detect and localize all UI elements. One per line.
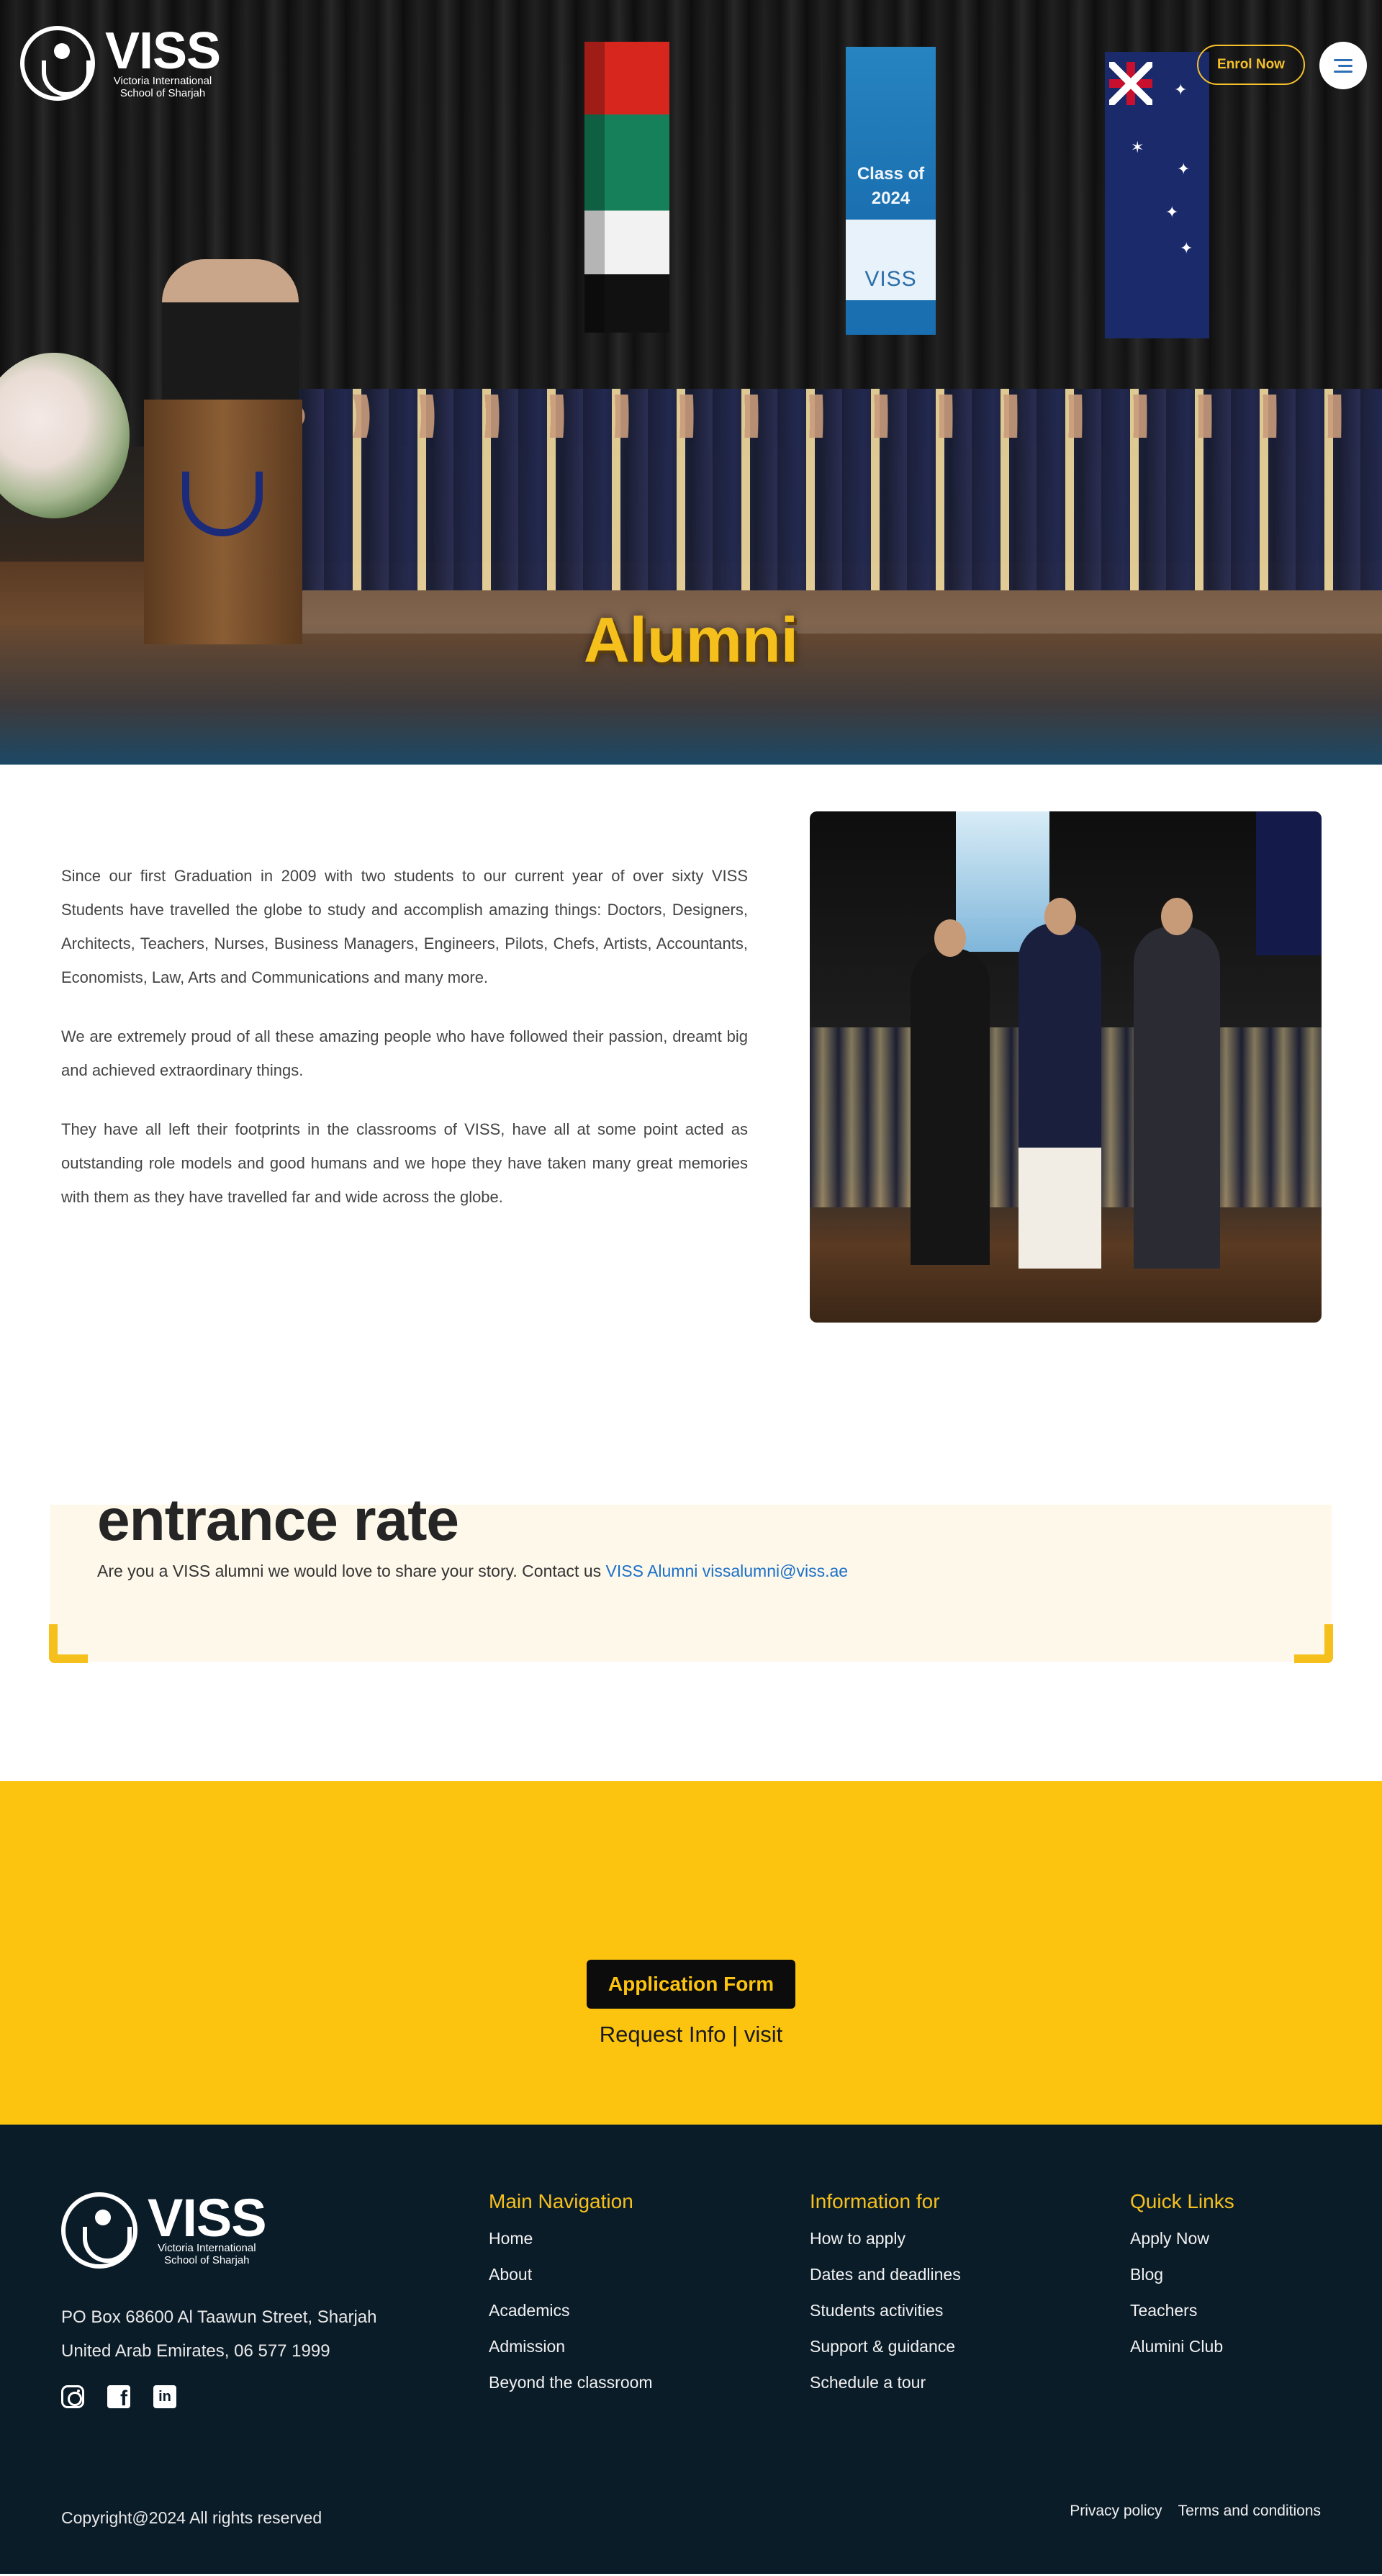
banner-line-2: 2024 [871, 189, 911, 208]
visit-link[interactable]: visit [744, 2022, 782, 2047]
footer-link-blog[interactable]: Blog [1130, 2256, 1234, 2292]
menu-toggle-button[interactable] [1319, 42, 1367, 89]
footer-link-students-activities[interactable]: Students activities [810, 2292, 961, 2328]
hamburger-icon [1334, 59, 1352, 61]
terms-link[interactable]: Terms and conditions [1178, 2503, 1321, 2520]
graduates-heads [259, 395, 1382, 438]
graduation-photo [810, 811, 1322, 1323]
cta-section [0, 1781, 1382, 2125]
enrol-now-button[interactable]: Enrol Now [1197, 45, 1305, 85]
logo-emblem-icon [61, 2192, 137, 2269]
footer-column-title: Information for [810, 2190, 940, 2212]
footer-link-how-to-apply[interactable]: How to apply [810, 2220, 961, 2256]
logo-subtitle-1: Victoria International [158, 2242, 256, 2254]
footer-link-teachers[interactable]: Teachers [1130, 2292, 1234, 2328]
footer-link-home[interactable]: Home [489, 2220, 653, 2256]
footer-link-schedule-tour[interactable]: Schedule a tour [810, 2364, 961, 2400]
intro-paragraph: We are extremely proud of all these amaz… [61, 1027, 748, 1079]
intro-text: Since our first Graduation in 2009 with … [61, 859, 748, 1239]
logo-subtitle-1: Victoria International [113, 75, 212, 87]
logo-emblem-icon [20, 26, 95, 101]
australia-flag: ✦ ✶ ✦ ✦ ✦ [1105, 52, 1209, 338]
logo-wordmark: VISS [105, 22, 221, 80]
cta-separator: | [732, 2022, 739, 2047]
callout-heading: entrance rate [97, 1487, 459, 1553]
address-line: PO Box 68600 Al Taawun Street, Sharjah [61, 2307, 377, 2327]
intro-paragraph: They have all left their footprints in t… [61, 1120, 748, 1206]
footer-link-beyond-classroom[interactable]: Beyond the classroom [489, 2364, 653, 2400]
callout-message: Are you a VISS alumni we would love to s… [97, 1562, 602, 1580]
linkedin-icon[interactable]: in [153, 2385, 176, 2408]
class-banner: Class of 2024 VISS [846, 47, 936, 335]
privacy-policy-link[interactable]: Privacy policy [1070, 2503, 1162, 2520]
corner-bracket-left [49, 1624, 88, 1663]
footer-address: PO Box 68600 Al Taawun Street, Sharjah U… [61, 2300, 377, 2368]
footer-link-admission[interactable]: Admission [489, 2328, 653, 2364]
banner-logo: VISS [864, 267, 917, 291]
instagram-icon[interactable] [61, 2385, 84, 2408]
application-form-button[interactable]: Application Form [587, 1960, 795, 2009]
intro-paragraph: Since our first Graduation in 2009 with … [61, 867, 748, 986]
uae-flag [584, 42, 669, 333]
callout-text: Are you a VISS alumni we would love to s… [97, 1562, 848, 1581]
footer-column-title: Quick Links [1130, 2190, 1234, 2212]
footer-link-alumni-club[interactable]: Alumini Club [1130, 2328, 1234, 2364]
footer-link-about[interactable]: About [489, 2256, 653, 2292]
footer-column-quick-links: Quick Links Apply Now Blog Teachers Alum… [1130, 2190, 1234, 2364]
footer-link-apply-now[interactable]: Apply Now [1130, 2220, 1234, 2256]
request-info-link[interactable]: Request Info [600, 2022, 726, 2047]
alumni-email-link[interactable]: VISS Alumni vissalumni@viss.ae [606, 1562, 849, 1580]
banner-line-1: Class of [857, 164, 925, 184]
footer-link-support-guidance[interactable]: Support & guidance [810, 2328, 961, 2364]
footer-logo[interactable]: VISS Victoria International School of Sh… [61, 2188, 267, 2269]
footer-column-main-navigation: Main Navigation Home About Academics Adm… [489, 2190, 653, 2400]
cta-links: Request Info | visit [0, 2022, 1382, 2048]
logo-wordmark: VISS [148, 2188, 267, 2248]
social-links: in [61, 2385, 176, 2411]
site-logo[interactable]: VISS Victoria International School of Sh… [20, 22, 221, 101]
facebook-icon[interactable] [107, 2385, 130, 2411]
footer-link-academics[interactable]: Academics [489, 2292, 653, 2328]
footer-column-title: Main Navigation [489, 2190, 633, 2212]
legal-links: Privacy policy Terms and conditions [1070, 2503, 1321, 2520]
footer-link-dates-deadlines[interactable]: Dates and deadlines [810, 2256, 961, 2292]
copyright-text: Copyright@2024 All rights reserved [61, 2508, 322, 2527]
page-title: Alumni [583, 604, 799, 675]
corner-bracket-right [1294, 1624, 1333, 1663]
logo-subtitle-2: School of Sharjah [119, 87, 206, 99]
address-line: United Arab Emirates, 06 577 1999 [61, 2341, 330, 2361]
logo-subtitle-2: School of Sharjah [164, 2254, 250, 2266]
footer-column-information-for: Information for How to apply Dates and d… [810, 2190, 961, 2400]
